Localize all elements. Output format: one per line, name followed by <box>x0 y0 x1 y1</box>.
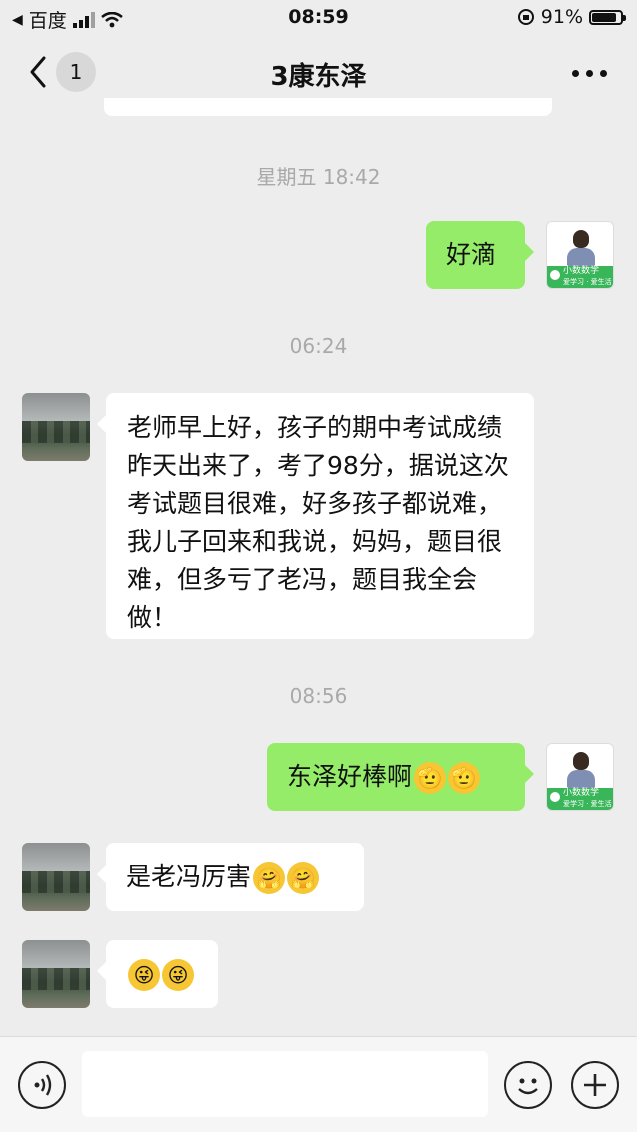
my-avatar[interactable]: 小数数学爱学习 · 爱生活 <box>546 221 614 289</box>
status-bar: ◀ 百度 08:59 91% <box>0 0 637 36</box>
emoji-icon[interactable] <box>504 1061 552 1109</box>
message-text: 好滴 <box>446 240 497 269</box>
timestamp: 星期五 18:42 <box>256 165 381 189</box>
contact-avatar[interactable] <box>22 940 90 1008</box>
contact-avatar[interactable] <box>22 393 90 461</box>
message-text: 东泽好棒啊 <box>287 762 413 791</box>
contact-avatar[interactable] <box>22 843 90 911</box>
voice-icon[interactable] <box>18 1061 66 1109</box>
incoming-message[interactable]: 是老冯厉害 🤗 🤗 <box>97 843 364 911</box>
timestamp: 06:24 <box>289 334 348 358</box>
incoming-message[interactable]: 😜 😜 <box>97 940 218 1008</box>
outgoing-message[interactable]: 东泽好棒啊 🫡 🫡 <box>267 743 534 811</box>
message-text: 是老冯厉害 <box>126 862 252 891</box>
battery-icon <box>589 9 626 25</box>
message-input[interactable] <box>82 1051 488 1117</box>
brand-label: 小数数学 <box>563 266 600 276</box>
brand-tagline: 爱学习 · 爱生活 <box>563 800 612 808</box>
previous-message-bubble <box>104 98 552 116</box>
incoming-message[interactable]: 老师早上好，孩子的期中考试成绩昨天出来了，考了98分，据说这次考试题目很难，好多… <box>97 393 534 639</box>
grinning-hands-emoji-icon: 🤗 <box>253 862 286 894</box>
orientation-lock-icon <box>517 9 534 25</box>
tongue-wink-emoji-icon: 😜 <box>128 959 160 991</box>
brand-label: 小数数学 <box>563 788 600 798</box>
plus-icon[interactable] <box>571 1061 619 1109</box>
outgoing-message[interactable]: 好滴 <box>426 221 534 289</box>
grinning-hands-emoji-icon: 🤗 <box>287 862 320 894</box>
battery-percent: 91% <box>540 6 583 28</box>
input-bar <box>0 1036 637 1132</box>
my-avatar[interactable]: 小数数学爱学习 · 爱生活 <box>546 743 614 811</box>
more-options-icon[interactable] <box>572 70 607 77</box>
salute-emoji-icon: 🫡 <box>448 762 481 794</box>
timestamp: 08:56 <box>289 684 348 708</box>
message-text: 老师早上好，孩子的期中考试成绩昨天出来了，考了98分，据说这次考试题目很难，好多… <box>127 413 509 632</box>
status-right: 91% <box>517 6 626 28</box>
salute-emoji-icon: 🫡 <box>414 762 447 794</box>
tongue-wink-emoji-icon: 😜 <box>162 959 194 991</box>
brand-tagline: 爱学习 · 爱生活 <box>563 278 612 286</box>
chat-title: 3康东泽 <box>270 62 367 92</box>
